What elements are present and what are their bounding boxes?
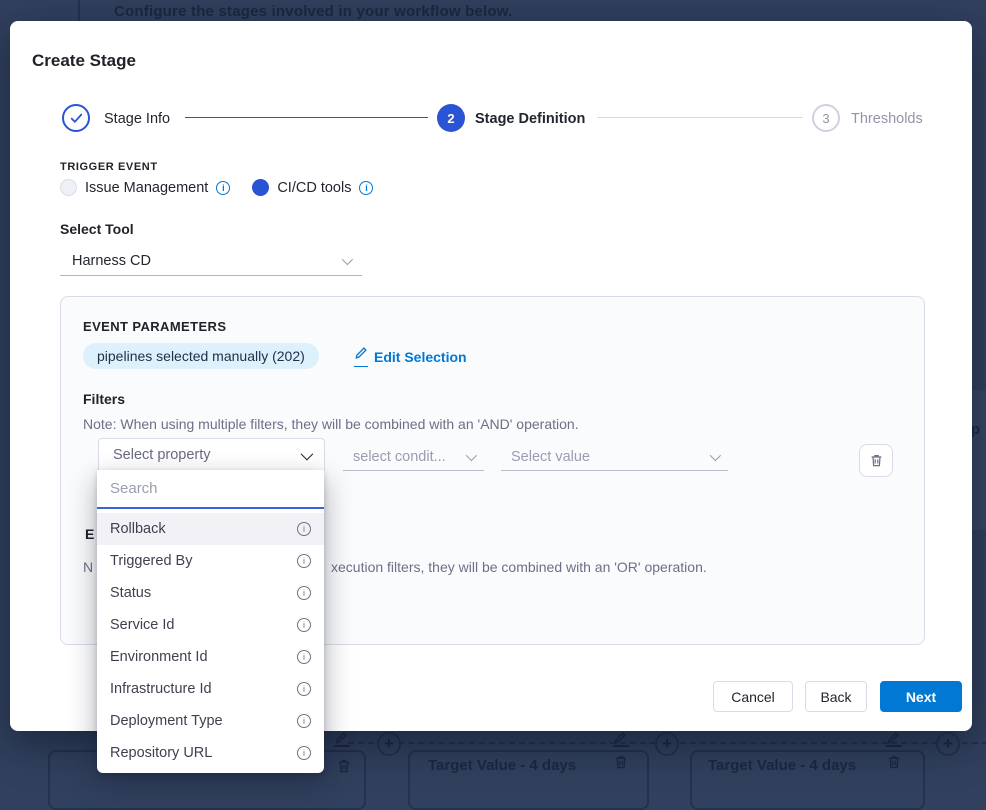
chevron-down-icon: [466, 449, 477, 460]
trash-icon: [336, 758, 352, 774]
chevron-down-icon: [342, 253, 353, 264]
selection-badge: pipelines selected manually (202): [83, 343, 319, 369]
dropdown-item-label: Infrastructure Id: [110, 681, 212, 697]
dropdown-item-environment-id[interactable]: Environment Id i: [97, 641, 324, 673]
trigger-event-label: TRIGGER EVENT: [60, 161, 158, 173]
background-card-label: Target Value - 4 days: [708, 757, 856, 774]
dropdown-item-deployment-type[interactable]: Deployment Type i: [97, 705, 324, 737]
edit-selection-link[interactable]: Edit Selection: [354, 346, 467, 367]
trash-icon: [886, 754, 902, 770]
filters-note: Note: When using multiple filters, they …: [83, 416, 579, 432]
plus-icon: +: [655, 732, 679, 756]
info-icon[interactable]: i: [297, 554, 311, 568]
modal-title: Create Stage: [32, 51, 136, 71]
dropdown-item-label: Rollback: [110, 521, 166, 537]
info-icon[interactable]: i: [297, 650, 311, 664]
delete-filter-button[interactable]: [859, 444, 893, 477]
dropdown-list: Rollback i Triggered By i Status i Servi…: [97, 509, 324, 769]
info-icon[interactable]: i: [297, 714, 311, 728]
condition-select[interactable]: select condit...: [343, 443, 484, 471]
value-select[interactable]: Select value: [501, 443, 728, 471]
info-icon[interactable]: i: [297, 746, 311, 760]
dropdown-item-repository-url[interactable]: Repository URL i: [97, 737, 324, 769]
check-icon: [70, 113, 83, 124]
value-select-placeholder: Select value: [511, 449, 590, 465]
background-card-label: Target Value - 4 days: [428, 757, 576, 774]
hidden-note-fragment: xecution filters, they will be combined …: [331, 559, 707, 575]
background-subtitle: Configure the stages involved in your wo…: [114, 3, 512, 20]
plus-icon: +: [377, 732, 401, 756]
pencil-icon: [334, 731, 350, 747]
chevron-down-icon: [301, 447, 314, 460]
dropdown-item-service-id[interactable]: Service Id i: [97, 609, 324, 641]
filters-heading: Filters: [83, 391, 125, 407]
condition-select-placeholder: select condit...: [353, 449, 446, 465]
dropdown-item-label: Environment Id: [110, 649, 208, 665]
stepper-connector: [597, 117, 803, 118]
radio-label[interactable]: CI/CD tools: [277, 180, 351, 196]
info-icon[interactable]: i: [297, 586, 311, 600]
dropdown-item-rollback[interactable]: Rollback i: [97, 513, 324, 545]
background-divider: [78, 0, 80, 21]
info-icon[interactable]: i: [297, 618, 311, 632]
cancel-button[interactable]: Cancel: [713, 681, 793, 712]
pencil-icon: [354, 346, 368, 367]
search-input[interactable]: [97, 480, 324, 497]
back-button[interactable]: Back: [805, 681, 867, 712]
hidden-note-fragment: N: [83, 559, 93, 575]
info-icon[interactable]: i: [216, 181, 230, 195]
info-icon[interactable]: i: [297, 682, 311, 696]
step-upcoming-badge[interactable]: 3: [812, 104, 840, 132]
dropdown-search: [97, 470, 324, 509]
hidden-heading-fragment: E: [85, 526, 94, 542]
radio-cicd-tools[interactable]: [252, 179, 269, 196]
step-active-badge[interactable]: 2: [437, 104, 465, 132]
dropdown-item-label: Repository URL: [110, 745, 212, 761]
select-tool-label: Select Tool: [60, 221, 134, 237]
edit-selection-label: Edit Selection: [374, 349, 467, 365]
trash-icon: [869, 453, 884, 468]
pencil-icon: [613, 731, 629, 747]
tool-select[interactable]: Harness CD: [60, 246, 362, 276]
property-dropdown: Rollback i Triggered By i Status i Servi…: [97, 470, 324, 773]
tool-select-value: Harness CD: [72, 253, 151, 269]
dropdown-item-triggered-by[interactable]: Triggered By i: [97, 545, 324, 577]
info-icon[interactable]: i: [359, 181, 373, 195]
trash-icon: [613, 754, 629, 770]
chevron-down-icon: [710, 449, 721, 460]
info-icon[interactable]: i: [297, 522, 311, 536]
step-label-thresholds[interactable]: Thresholds: [851, 111, 923, 127]
next-button[interactable]: Next: [880, 681, 962, 712]
pencil-icon: [886, 731, 902, 747]
step-complete-icon[interactable]: [62, 104, 90, 132]
radio-issue-management[interactable]: [60, 179, 77, 196]
stepper-connector: [185, 117, 428, 118]
dropdown-item-label: Deployment Type: [110, 713, 223, 729]
property-select[interactable]: Select property: [98, 438, 325, 471]
radio-label[interactable]: Issue Management: [85, 180, 208, 196]
dropdown-item-label: Triggered By: [110, 553, 192, 569]
dropdown-item-label: Service Id: [110, 617, 174, 633]
property-select-placeholder: Select property: [113, 447, 211, 463]
plus-icon: +: [936, 732, 960, 756]
dropdown-item-infrastructure-id[interactable]: Infrastructure Id i: [97, 673, 324, 705]
event-parameters-heading: EVENT PARAMETERS: [83, 319, 226, 334]
dropdown-item-status[interactable]: Status i: [97, 577, 324, 609]
dropdown-item-label: Status: [110, 585, 151, 601]
step-label-stage-definition[interactable]: Stage Definition: [475, 111, 585, 127]
step-label-stage-info[interactable]: Stage Info: [104, 111, 170, 127]
